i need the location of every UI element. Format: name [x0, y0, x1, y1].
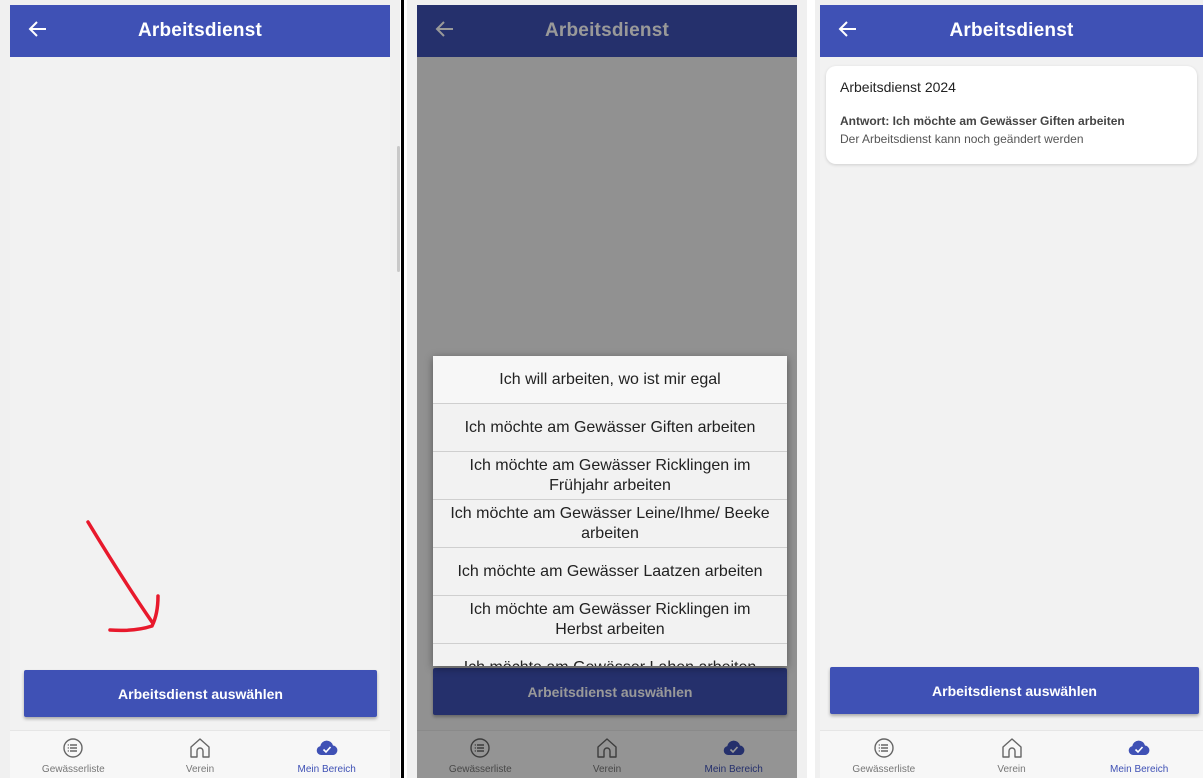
bottom-navigation: Gewässerliste Verein Mein Bereich	[10, 730, 390, 778]
check-cloud-icon	[1128, 740, 1150, 755]
home-icon	[190, 738, 210, 758]
page-title: Arbeitsdienst	[137, 20, 262, 41]
nav-label: Gewässerliste	[852, 764, 916, 775]
dialog-option[interactable]: Ich möchte am Gewässer Leine/Ihme/ Beeke…	[433, 500, 787, 548]
screen-3: Arbeitsdienst Arbeitsdienst 2024 Antwort…	[815, 0, 1203, 778]
screen-divider	[808, 0, 812, 778]
screen-2: Arbeitsdienst Arbeitsdienst auswählen Ge…	[407, 0, 807, 778]
bottom-navigation: Gewässerliste Verein Mein Bereich	[820, 730, 1203, 778]
page-title: Arbeitsdienst	[949, 20, 1074, 41]
dialog-option[interactable]: Ich will arbeiten, wo ist mir egal	[433, 356, 787, 404]
nav-label: Gewässerliste	[41, 764, 105, 775]
select-work-duty-button[interactable]: Arbeitsdienst auswählen	[24, 670, 377, 717]
screen-1: Arbeitsdienst Arbeitsdienst auswählen Ge…	[0, 0, 400, 778]
nav-item-mein-bereich[interactable]: Mein Bereich	[1075, 731, 1203, 778]
list-circle-icon	[63, 738, 84, 758]
card-answer: Antwort: Ich möchte am Gewässer Giften a…	[840, 114, 1125, 128]
annotation-arrow	[86, 520, 160, 633]
dialog-option[interactable]: Ich möchte am Gewässer Laatzen arbeiten	[433, 548, 787, 596]
app-bar: Arbeitsdienst	[820, 5, 1203, 57]
select-work-duty-button[interactable]: Arbeitsdienst auswählen	[830, 667, 1199, 714]
card-title: Arbeitsdienst 2024	[840, 79, 956, 95]
app-bar: Arbeitsdienst	[10, 5, 390, 57]
dialog-option[interactable]: Ich möchte am Gewässer Ricklingen im Her…	[433, 596, 787, 644]
check-cloud-icon	[316, 740, 338, 755]
screen-divider	[401, 0, 404, 778]
home-icon	[1001, 738, 1022, 758]
nav-label: Mein Bereich	[1110, 764, 1169, 775]
nav-label: Mein Bereich	[297, 764, 356, 775]
work-duty-card[interactable]: Arbeitsdienst 2024 Antwort: Ich möchte a…	[826, 66, 1197, 164]
nav-label: Verein	[997, 764, 1026, 775]
dialog-option[interactable]: Ich möchte am Gewässer Ricklingen im Frü…	[433, 452, 787, 500]
edge-handle	[397, 146, 400, 272]
nav-item-mein-bereich[interactable]: Mein Bereich	[263, 731, 390, 778]
content-area	[10, 57, 390, 730]
dialog-option[interactable]: Ich möchte am Gewässer Lahen arbeiten	[433, 644, 787, 666]
content-area: Arbeitsdienst 2024 Antwort: Ich möchte a…	[820, 57, 1203, 730]
dialog-option[interactable]: Ich möchte am Gewässer Giften arbeiten	[433, 404, 787, 452]
work-duty-options-dialog: Ich will arbeiten, wo ist mir egal Ich m…	[433, 356, 787, 666]
nav-item-verein[interactable]: Verein	[948, 731, 1076, 778]
nav-item-verein[interactable]: Verein	[137, 731, 264, 778]
arrow-left-icon[interactable]	[836, 17, 860, 41]
nav-item-gewaesserliste[interactable]: Gewässerliste	[10, 731, 137, 778]
nav-item-gewaesserliste[interactable]: Gewässerliste	[820, 731, 948, 778]
card-note: Der Arbeitsdienst kann noch geändert wer…	[840, 132, 1084, 146]
arrow-left-icon[interactable]	[26, 17, 50, 41]
nav-label: Verein	[185, 764, 215, 775]
list-circle-icon	[874, 738, 894, 758]
